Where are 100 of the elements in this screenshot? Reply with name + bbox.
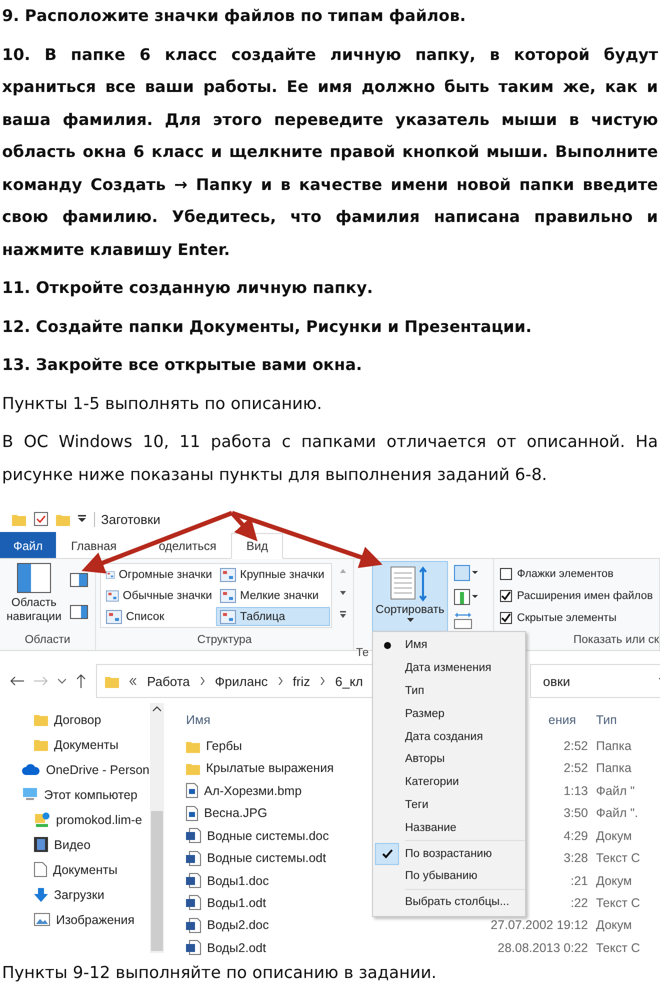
folder-icon [186,762,200,775]
date-cell-text: 3:28 [564,851,589,866]
film-icon [34,837,48,852]
layout-option[interactable]: Огромные значки [102,565,216,584]
nav-item[interactable]: Договор [0,707,150,732]
chevron-down-icon[interactable] [58,678,66,684]
type-cell-text: Текст С [596,940,641,955]
overflow-chevron-icon [129,678,137,684]
address-dropdown-field[interactable]: овки [530,664,660,698]
menu-item[interactable]: По убыванию [373,864,525,888]
folder-icon [34,738,48,751]
view-icon [106,610,122,624]
scrollbar[interactable] [150,703,164,953]
type-cell-text: Текст С [596,896,641,910]
group-label: Показать или ск [572,633,659,648]
chevron-right-icon [200,677,205,685]
checkbox-option[interactable]: Флажки элементов [500,563,614,585]
type-cell-text: Докум [596,918,633,932]
pictures-icon [34,913,50,926]
checkmark-icon [382,848,392,859]
ribbon-tab[interactable]: Вид [231,533,284,559]
type-cell-text: Докум [596,828,633,843]
group-by-icon[interactable] [454,565,478,581]
image-file-icon [186,806,198,821]
date-cell-text: 1:13 [564,784,589,798]
folder-icon [12,512,26,526]
dropdown-icon[interactable] [78,515,86,523]
nav-item[interactable]: Документы [0,732,150,757]
image-file-icon [186,783,198,798]
breadcrumb[interactable]: Фриланс [214,674,268,688]
date-cell-text: 2:52 [564,739,589,754]
group-label: Структура [196,633,253,648]
date-cell-text: 4:29 [564,828,589,843]
network-drive-icon [34,812,50,827]
fit-columns-icon[interactable] [454,613,472,629]
menu-item[interactable]: Теги [373,794,525,816]
up-arrow-icon[interactable] [76,674,86,688]
nav-item[interactable]: Изображения [0,907,150,932]
back-arrow-icon[interactable] [10,676,24,686]
paragraph: 13. Закройте все открытые вами окна. [1,354,364,376]
date-cell-text: 2:52 [564,761,589,776]
column-header[interactable]: ения [548,712,596,727]
type-cell-text: Папка [596,761,632,776]
column-header[interactable]: Тип [596,712,656,727]
nav-item[interactable]: Загрузки [0,882,150,907]
menu-item[interactable]: По возрастанию [373,842,525,865]
nav-item[interactable]: Документы [0,857,150,882]
checkbox[interactable] [500,612,512,624]
document-icon [34,862,47,877]
checkbox-option[interactable]: Скрытые элементы [500,607,617,629]
folder-icon [34,713,48,726]
menu-item[interactable]: Дата создания [373,725,525,748]
paragraph: Пункты 9-12 выполняйте по описанию в задании. [1,962,438,984]
folder-icon [186,740,200,753]
type-cell-text: Текст С [596,851,641,866]
menu-item[interactable]: Авторы [373,748,525,771]
word-document-icon [186,895,201,910]
folder-icon [105,674,119,688]
view-icon [220,588,236,602]
nav-item[interactable]: OneDrive - Person [0,757,150,782]
properties-checkbox-icon [34,512,48,526]
paragraph: 11. Откройте созданную личную папку. [1,277,374,299]
preview-pane-icon[interactable] [70,573,88,587]
breadcrumb[interactable]: friz [292,674,310,688]
paragraph: 9. Расположите значки файлов по типам файлов. [1,5,467,27]
menu-item[interactable]: Выбрать столбцы... [373,890,525,914]
layout-option[interactable]: Обычные значки [102,586,216,605]
folder-icon [56,512,70,526]
checkbox-option[interactable]: Расширения имен файлов [500,585,653,607]
nav-item[interactable]: Видео [0,832,150,857]
nav-item[interactable]: Этот компьютер [0,782,150,807]
layout-option[interactable]: Список [102,607,216,626]
type-cell-text: Докум [596,874,633,888]
layout-option[interactable]: Таблица [216,607,330,626]
menu-item[interactable]: Размер [373,702,525,726]
file-name[interactable]: Воды2.odt [186,940,424,955]
menu-item[interactable]: Название [373,816,525,840]
file-name[interactable]: Воды2.doc [186,918,424,933]
date-cell-text: 27.07.2002 19:12 [490,918,589,932]
group-label: Те [355,646,369,661]
layout-option[interactable]: Мелкие значки [216,586,330,605]
cloud-icon [22,764,40,775]
breadcrumb[interactable]: Работа [147,674,190,688]
details-pane-icon[interactable] [70,605,88,619]
download-icon [34,888,48,902]
view-icon [220,610,236,624]
ribbon-tab[interactable]: Файл [0,532,56,558]
paragraph: 12. Создайте папки Документы, Рисунки и Презентации. [1,316,533,338]
date-cell-text: 3:50 [564,806,589,820]
view-icon [106,588,119,602]
add-columns-icon[interactable] [454,589,478,605]
layout-option[interactable]: Крупные значки [216,565,330,584]
checkbox[interactable] [500,568,512,580]
nav-item[interactable]: promokod.lim-e [0,807,150,832]
group-label: Области [24,633,72,648]
word-document-icon [186,918,201,933]
navigation-pane-button[interactable]: Область навигации [4,563,64,624]
checkbox[interactable] [500,590,512,602]
breadcrumb[interactable]: 6_кл [335,674,364,688]
menu-item[interactable]: Категории [373,770,525,794]
